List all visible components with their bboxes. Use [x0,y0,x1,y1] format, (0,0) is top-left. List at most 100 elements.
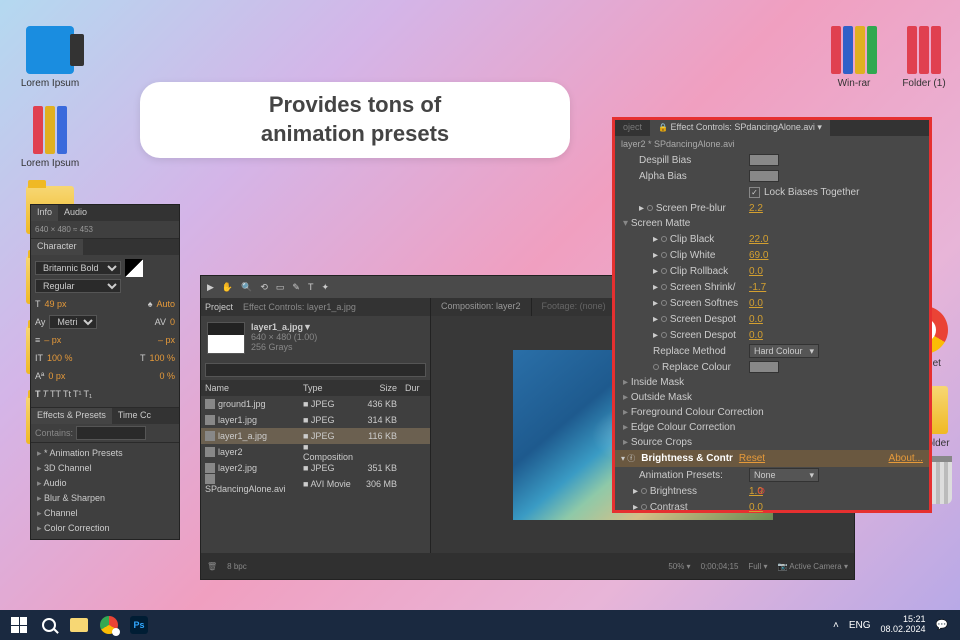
about-link[interactable]: About... [889,453,923,464]
ef-project-tab[interactable]: oject [615,120,650,136]
composition-tab[interactable]: Composition: layer2 [431,298,532,316]
file-row[interactable]: layer2■ Composition [201,444,430,460]
effect-section[interactable]: Inside Mask [615,375,929,390]
left-panels: InfoAudio 640 × 480 ≈ 453 Character Brit… [30,204,180,540]
effect-param[interactable]: Despill Bias [615,152,929,168]
smallcaps-btn[interactable]: Tt [63,389,71,399]
effect-param[interactable]: ✓Lock Biases Together [615,184,929,200]
file-row[interactable]: SPdancingAlone.avi■ AVI Movie306 MB [201,476,430,492]
project-search-input[interactable] [205,363,426,377]
table-header: Name Type Size Dur [201,380,430,396]
desktop: Lorem IpsumLorem IpsumNewNewNewWiWin-rar… [0,0,960,640]
desktop-icon-Lorem Ipsum[interactable]: Lorem Ipsum [20,106,80,169]
info-tab[interactable]: Info [31,205,58,221]
hscale-field[interactable]: 100 % [47,353,73,363]
character-tab[interactable]: Character [31,239,83,255]
start-button[interactable] [4,610,34,640]
ae-footer: 🗑8 bpc 50% ▾ 0;00;04;15 Full ▾ 📷 Active … [201,553,854,579]
effect-param[interactable]: ▸ Screen Softnes0.0 [615,295,929,311]
file-row[interactable]: layer1.jpg■ JPEG314 KB [201,412,430,428]
tool-zoom-icon: 🔍 [241,282,252,293]
desktop-icon-Win-rar[interactable]: Win-rar [824,26,884,89]
tree-item[interactable]: Blur & Sharpen [37,491,173,506]
color-swatch-icon[interactable] [125,259,143,277]
bold-btn[interactable]: T [35,389,41,399]
chrome-taskbar-button[interactable] [94,610,124,640]
tray-clock[interactable]: 15:2108.02.2024 [881,615,926,635]
effect-param[interactable]: ▸ Clip Black22.0 [615,231,929,247]
anim-presets-dropdown[interactable]: None▾ [749,468,819,482]
effect-param[interactable]: ▸ Screen Despot0.0 [615,311,929,327]
effect-param[interactable]: ▸ Screen Despot0.0 [615,327,929,343]
effect-section[interactable]: Edge Colour Correction [615,420,929,435]
asset-name: layer1_a.jpg▼ [251,322,317,332]
effect-param[interactable]: Alpha Bias [615,168,929,184]
desktop-icon-Lorem Ipsum[interactable]: Lorem Ipsum [20,26,80,89]
tray-lang: ENG [849,620,871,631]
effect-section[interactable]: Screen Matte [615,216,929,231]
project-tab[interactable]: Project [205,302,233,312]
asset-mode: 256 Grays [251,342,317,352]
subscript-btn[interactable]: T₁ [84,389,93,399]
effect-param[interactable]: Replace MethodHard Colour▾ [615,343,929,359]
ef-layer-title: layer2 * SPdancingAlone.avi [615,136,929,152]
contrast-value[interactable]: 0.0 [749,502,763,513]
brightness-value[interactable]: 1.0⊘ [749,486,763,497]
effect-param[interactable]: ▸ Clip Rollback0.0 [615,263,929,279]
tree-item[interactable]: Channel [37,506,173,521]
effects-presets-tab[interactable]: Effects & Presets [31,408,112,424]
footage-tab[interactable]: Footage: (none) [532,298,617,316]
tool-text-icon: T [308,282,314,292]
font-style-select[interactable]: Regular [35,279,121,293]
project-file-table: Name Type Size Dur ground1.jpg■ JPEG436 … [201,380,430,492]
presets-search-input[interactable] [76,426,146,440]
ef-controls-tab[interactable]: 🔒 Effect Controls: SPdancingAlone.avi ▾ [650,120,830,136]
audio-tab[interactable]: Audio [58,205,93,221]
effect-controls-tab[interactable]: Effect Controls: layer1_a.jpg [243,302,356,312]
tracking-field[interactable]: 0 [170,317,175,327]
tree-item[interactable]: * Animation Presets [37,446,173,461]
tray-up-icon: ˄ [833,620,839,631]
tree-item[interactable]: Audio [37,476,173,491]
reset-link[interactable]: Reset [739,453,765,464]
italic-btn[interactable]: T [43,389,49,399]
callout-card: Provides tons of animation presets [140,82,570,158]
photoshop-taskbar-button[interactable]: Ps [124,610,154,640]
system-tray[interactable]: ˄ ENG 15:2108.02.2024 💬 [833,615,956,635]
time-tab[interactable]: Time Cc [112,408,157,424]
resolution-dropdown[interactable]: Full ▾ [748,562,767,571]
file-explorer-button[interactable] [64,610,94,640]
file-row[interactable]: ground1.jpg■ JPEG436 KB [201,396,430,412]
effect-param[interactable]: ▸ Clip White69.0 [615,247,929,263]
vscale-field[interactable]: 100 % [149,353,175,363]
superscript-btn[interactable]: T¹ [73,389,82,399]
caps-btn[interactable]: TT [50,389,61,399]
effect-param[interactable]: ▸ Screen Shrink/-1.7 [615,279,929,295]
zoom-dropdown[interactable]: 50% ▾ [668,562,690,571]
tool-rect-icon: ▭ [276,282,285,293]
tree-item[interactable]: 3D Channel [37,461,173,476]
effect-section[interactable]: Foreground Colour Correction [615,405,929,420]
asset-dims: 640 × 480 (1.00) [251,332,317,342]
search-button[interactable] [34,610,64,640]
font-size-field[interactable]: 49 px [45,299,67,309]
tool-hand-icon: ✋ [222,282,233,293]
camera-dropdown[interactable]: 📷 Active Camera ▾ [778,562,848,571]
leading-field[interactable]: Auto [156,299,175,309]
brightness-contrast-effect[interactable]: ▾ ⓕ Brightness & Contr Reset About... [615,450,929,467]
font-select[interactable]: Britannic Bold [35,261,121,275]
asset-thumbnail [207,322,245,354]
project-panel: Project Effect Controls: layer1_a.jpg la… [201,298,431,553]
effect-param[interactable]: Replace Colour [615,359,929,375]
info-dims: 640 × 480 ≈ 453 [31,221,179,239]
effect-section[interactable]: Source Crops [615,435,929,450]
effects-tree[interactable]: * Animation Presets3D ChannelAudioBlur &… [31,443,179,539]
timecode[interactable]: 0;00;04;15 [701,562,739,571]
callout-text: Provides tons of animation presets [261,91,449,148]
tree-item[interactable]: Color Correction [37,521,173,536]
tool-rotate-icon: ⟲ [260,282,268,293]
desktop-icon-Folder (1)[interactable]: Folder (1) [894,26,954,89]
metrics-select[interactable]: Metrics [49,315,97,329]
effect-section[interactable]: Outside Mask [615,390,929,405]
effect-param[interactable]: ▸ Screen Pre-blur2.2 [615,200,929,216]
